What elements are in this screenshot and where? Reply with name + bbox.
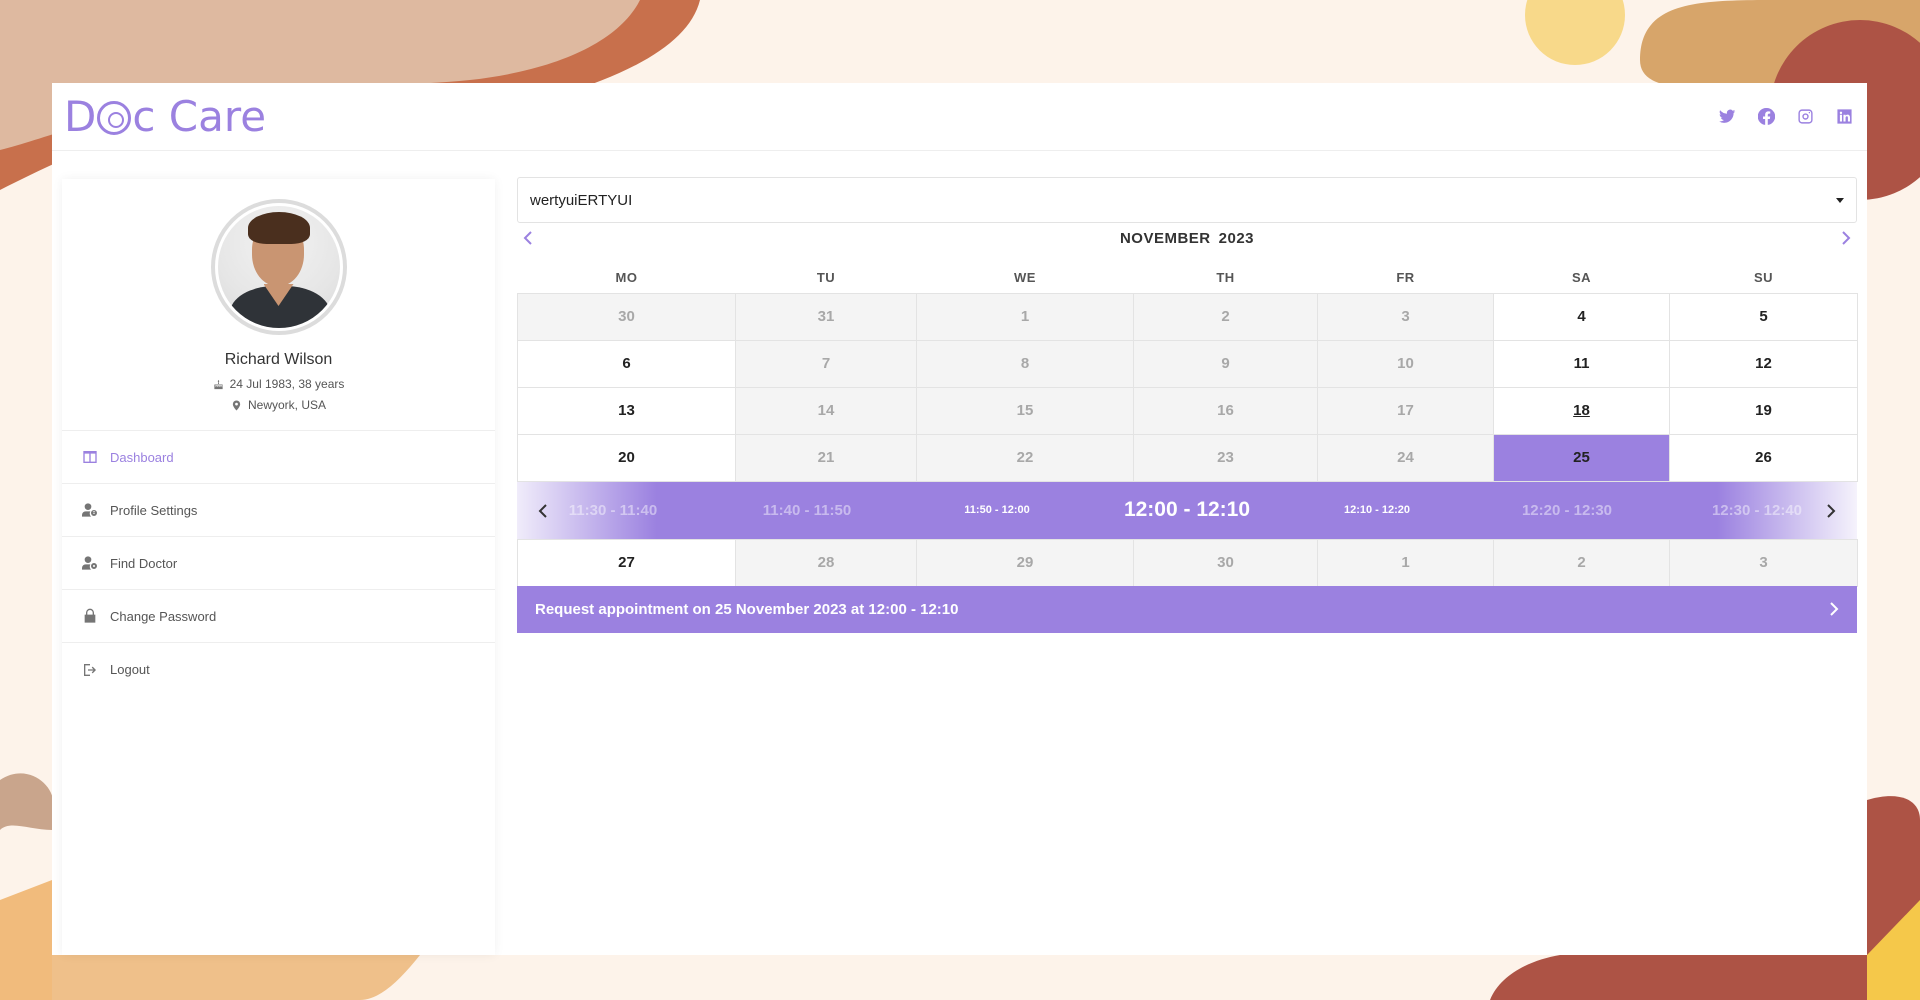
- top-navbar: Dc Care: [52, 83, 1867, 151]
- social-links: [1719, 108, 1853, 125]
- booking-panel: wertyuiERTYUI NOVEMBER 2023 MO TU WE TH …: [517, 177, 1858, 633]
- sidebar-item-profile-settings[interactable]: Profile Settings: [62, 484, 495, 537]
- calendar-day: 9: [1133, 339, 1318, 388]
- birthday-cake-icon: [214, 379, 223, 389]
- caret-down-icon: [1836, 197, 1844, 203]
- calendar-day: 3: [1669, 538, 1858, 587]
- logo-stethoscope-icon: [97, 101, 132, 135]
- sign-out-icon: [84, 663, 96, 676]
- profile-location: Newyork, USA: [62, 398, 495, 412]
- calendar-day: 30: [517, 292, 736, 341]
- doctor-select[interactable]: wertyuiERTYUI: [517, 177, 1857, 223]
- profile-name: Richard Wilson: [224, 351, 333, 368]
- calendar-day[interactable]: 4: [1493, 292, 1670, 341]
- calendar-day: 14: [735, 386, 917, 435]
- calendar-day: 24: [1317, 433, 1494, 482]
- map-marker-icon: [232, 399, 241, 411]
- calendar-day[interactable]: 13: [517, 386, 736, 435]
- sidebar-item-logout[interactable]: Logout: [62, 643, 495, 696]
- doccare-logo[interactable]: Dc Care: [64, 92, 266, 141]
- linkedin-icon[interactable]: [1836, 108, 1853, 125]
- weekday-label: FR: [1396, 270, 1415, 286]
- profile-sidebar: Richard Wilson 24 Jul 1983, 38 years New…: [62, 179, 495, 955]
- calendar-day: 2: [1133, 292, 1318, 341]
- request-appointment-label: Request appointment on 25 November 2023 …: [535, 600, 959, 618]
- request-appointment-button[interactable]: Request appointment on 25 November 2023 …: [517, 585, 1857, 633]
- user-cog-icon: [82, 556, 97, 570]
- calendar-title: NOVEMBER 2023: [1119, 229, 1255, 247]
- calendar-week-row: 27 28 29 30 1 2 3: [517, 538, 1858, 587]
- columns-icon: [83, 451, 97, 463]
- calendar-day: 29: [916, 538, 1134, 587]
- weekday-label: MO: [615, 270, 638, 286]
- user-cog-icon: [82, 503, 97, 517]
- calendar-day: 17: [1317, 386, 1494, 435]
- calendar-day: 1: [916, 292, 1134, 341]
- profile-dob: 24 Jul 1983, 38 years: [62, 377, 495, 391]
- calendar-day[interactable]: 27: [517, 538, 736, 587]
- calendar-day: 8: [916, 339, 1134, 388]
- weekday-label: WE: [1014, 270, 1036, 286]
- profile-card: Richard Wilson 24 Jul 1983, 38 years New…: [62, 179, 495, 431]
- calendar-day: 30: [1133, 538, 1318, 587]
- calendar-day: 10: [1317, 339, 1494, 388]
- chevron-right-icon: [1830, 602, 1839, 616]
- weekday-label: TH: [1216, 270, 1235, 286]
- weekday-header-row: MO TU WE TH FR SA SU: [518, 263, 1858, 293]
- prev-slots-icon[interactable]: [535, 502, 551, 520]
- lock-icon: [84, 608, 96, 623]
- timeslot[interactable]: 12:20 - 12:30: [1472, 482, 1662, 539]
- sidebar-item-dashboard[interactable]: Dashboard: [62, 431, 495, 484]
- calendar-day[interactable]: 11: [1493, 339, 1670, 388]
- calendar-day-selected[interactable]: 25: [1493, 433, 1670, 482]
- timeslot-selected[interactable]: 12:00 - 12:10: [1092, 482, 1282, 539]
- calendar-day: 28: [735, 538, 917, 587]
- calendar-week-row: 13 14 15 16 17 18 19: [517, 386, 1858, 435]
- sidebar-item-find-doctor[interactable]: Find Doctor: [62, 537, 495, 590]
- calendar-grid: MO TU WE TH FR SA SU 30 31 1 2 3 4 5 6 7 8 9 10 11 12…: [517, 263, 1858, 482]
- calendar-day: 16: [1133, 386, 1318, 435]
- calendar-day: 2: [1493, 538, 1670, 587]
- twitter-icon[interactable]: [1719, 108, 1736, 125]
- calendar-week-row: 20 21 22 23 24 25 26: [517, 433, 1858, 482]
- calendar-day[interactable]: 19: [1669, 386, 1858, 435]
- timeslot[interactable]: 11:50 - 12:00: [902, 482, 1092, 539]
- calendar-header: NOVEMBER 2023: [517, 223, 1857, 253]
- calendar-day[interactable]: 6: [517, 339, 736, 388]
- timeslot[interactable]: 12:10 - 12:20: [1282, 482, 1472, 539]
- calendar-day: 1: [1317, 538, 1494, 587]
- calendar-day: 21: [735, 433, 917, 482]
- facebook-icon[interactable]: [1758, 108, 1775, 125]
- next-slots-icon[interactable]: [1823, 502, 1839, 520]
- timeslot[interactable]: 11:40 - 11:50: [712, 482, 902, 539]
- calendar-day: 31: [735, 292, 917, 341]
- calendar-week-row: 30 31 1 2 3 4 5: [517, 292, 1858, 341]
- doctor-select-value: wertyuiERTYUI: [530, 191, 633, 209]
- calendar-day: 3: [1317, 292, 1494, 341]
- calendar-week-row: 6 7 8 9 10 11 12: [517, 339, 1858, 388]
- next-month-icon[interactable]: [1839, 231, 1853, 245]
- calendar-day: 7: [735, 339, 917, 388]
- calendar-day[interactable]: 26: [1669, 433, 1858, 482]
- avatar: [210, 199, 347, 335]
- calendar-day[interactable]: 12: [1669, 339, 1858, 388]
- calendar-day[interactable]: 5: [1669, 292, 1858, 341]
- weekday-label: SU: [1753, 270, 1774, 286]
- logo-text: Dc Care: [64, 92, 267, 141]
- calendar-day: 22: [916, 433, 1134, 482]
- calendar-day[interactable]: 20: [517, 433, 736, 482]
- calendar-grid-last-week: 27 28 29 30 1 2 3: [517, 538, 1858, 587]
- instagram-icon[interactable]: [1797, 108, 1814, 125]
- calendar-day: 15: [916, 386, 1134, 435]
- weekday-label: TU: [816, 270, 836, 286]
- timeslot-carousel: 11:30 - 11:4011:40 - 11:5011:50 - 12:001…: [517, 481, 1857, 539]
- app-window: Dc Care Richard Wilson 24 Jul 1983, 38 y…: [52, 83, 1867, 955]
- calendar-day[interactable]: 18: [1493, 386, 1670, 435]
- weekday-label: SA: [1571, 270, 1592, 286]
- prev-month-icon[interactable]: [521, 231, 535, 245]
- sidebar-menu: Dashboard Profile Settings Find Doctor C…: [62, 431, 495, 696]
- sidebar-item-change-password[interactable]: Change Password: [62, 590, 495, 643]
- calendar-day: 23: [1133, 433, 1318, 482]
